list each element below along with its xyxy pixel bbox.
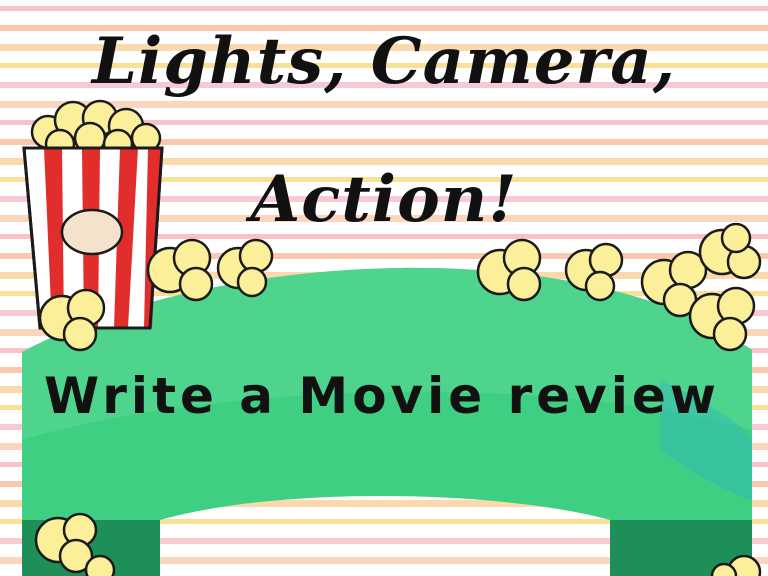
green-banner-left-foot [22,520,160,576]
subtitle: Write a Movie review [44,367,720,425]
background-stripe [0,6,768,11]
title-line-1: Lights, Camera, [91,24,677,99]
green-banner-right-foot [610,520,752,576]
title-line-2: Action! [250,162,518,237]
